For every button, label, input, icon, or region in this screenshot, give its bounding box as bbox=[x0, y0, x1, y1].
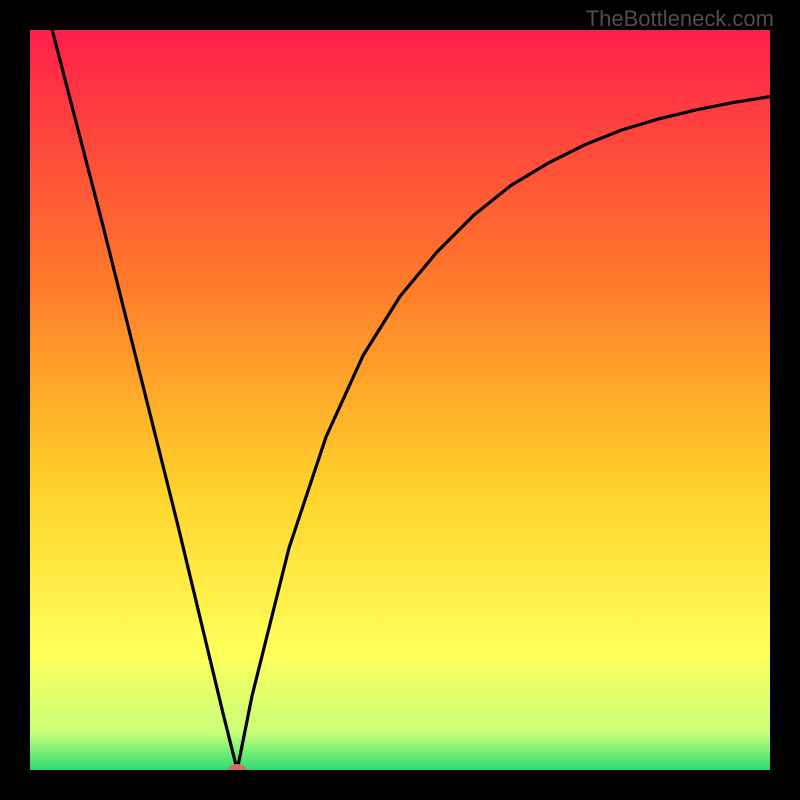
chart-container: TheBottleneck.com bbox=[0, 0, 800, 800]
plot-area bbox=[30, 30, 770, 770]
watermark-text: TheBottleneck.com bbox=[586, 6, 774, 32]
chart-svg bbox=[30, 30, 770, 770]
gradient-background bbox=[30, 30, 770, 770]
